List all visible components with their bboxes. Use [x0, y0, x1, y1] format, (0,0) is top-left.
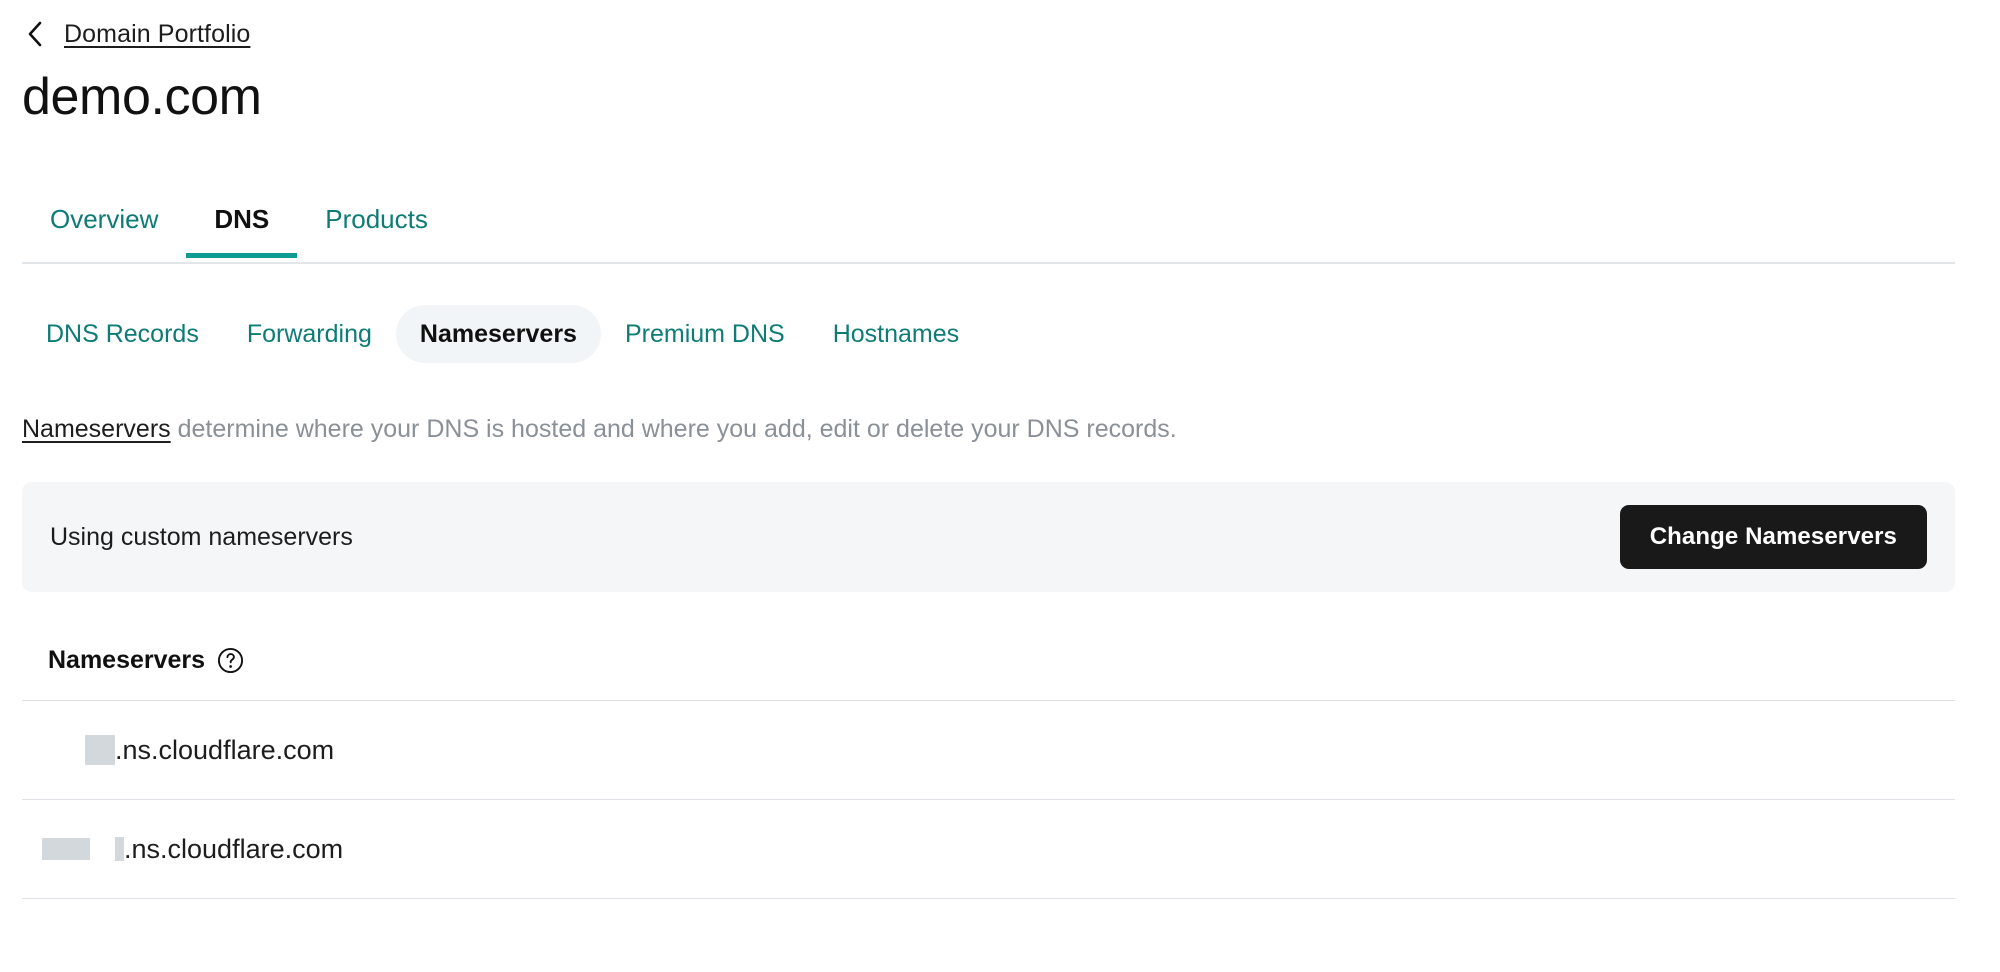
- domain-dns-nameservers-page: Domain Portfolio demo.com Overview DNS P…: [0, 0, 2000, 972]
- breadcrumb: Domain Portfolio: [22, 18, 250, 50]
- nameservers-section-title: Nameservers: [48, 645, 205, 675]
- tab-overview[interactable]: Overview: [22, 196, 186, 256]
- nameservers-description: Nameservers determine where your DNS is …: [22, 412, 1177, 446]
- nameservers-description-text: determine where your DNS is hosted and w…: [171, 415, 1177, 443]
- subnav-item-hostnames[interactable]: Hostnames: [809, 305, 983, 363]
- subnav-item-nameservers[interactable]: Nameservers: [396, 305, 601, 363]
- redacted-block: [115, 837, 124, 861]
- table-row: .ns.cloudflare.com: [22, 800, 1955, 898]
- tab-products[interactable]: Products: [297, 196, 456, 256]
- nameservers-list: .ns.cloudflare.com .ns.cloudflare.com: [22, 700, 1955, 899]
- subnav-item-forwarding[interactable]: Forwarding: [223, 305, 396, 363]
- nameservers-section-header: Nameservers: [48, 645, 244, 675]
- subnav-item-dns-records[interactable]: DNS Records: [22, 305, 223, 363]
- nameserver-value: .ns.cloudflare.com: [22, 734, 334, 766]
- primary-tabs: Overview DNS Products: [22, 196, 1955, 264]
- redacted-block-wide: [42, 838, 90, 860]
- chevron-left-icon[interactable]: [22, 18, 48, 50]
- nameserver-domain-text: .ns.cloudflare.com: [124, 833, 343, 865]
- nameservers-help-link[interactable]: Nameservers: [22, 415, 171, 443]
- nameserver-status-banner: Using custom nameservers Change Nameserv…: [22, 482, 1955, 592]
- redacted-block: [85, 735, 115, 765]
- table-row: .ns.cloudflare.com: [22, 701, 1955, 799]
- breadcrumb-link-domain-portfolio[interactable]: Domain Portfolio: [64, 18, 250, 50]
- nameserver-domain-text: .ns.cloudflare.com: [115, 734, 334, 766]
- list-divider-bottom: [22, 898, 1955, 899]
- page-title: demo.com: [22, 66, 262, 128]
- change-nameservers-button[interactable]: Change Nameservers: [1620, 505, 1927, 569]
- dns-subnav: DNS Records Forwarding Nameservers Premi…: [22, 305, 983, 363]
- tab-dns[interactable]: DNS: [186, 196, 297, 256]
- nameserver-value: .ns.cloudflare.com: [22, 833, 343, 865]
- question-mark-circle-icon[interactable]: [217, 647, 244, 674]
- nameserver-status-text: Using custom nameservers: [50, 522, 353, 552]
- subnav-item-premium-dns[interactable]: Premium DNS: [601, 305, 809, 363]
